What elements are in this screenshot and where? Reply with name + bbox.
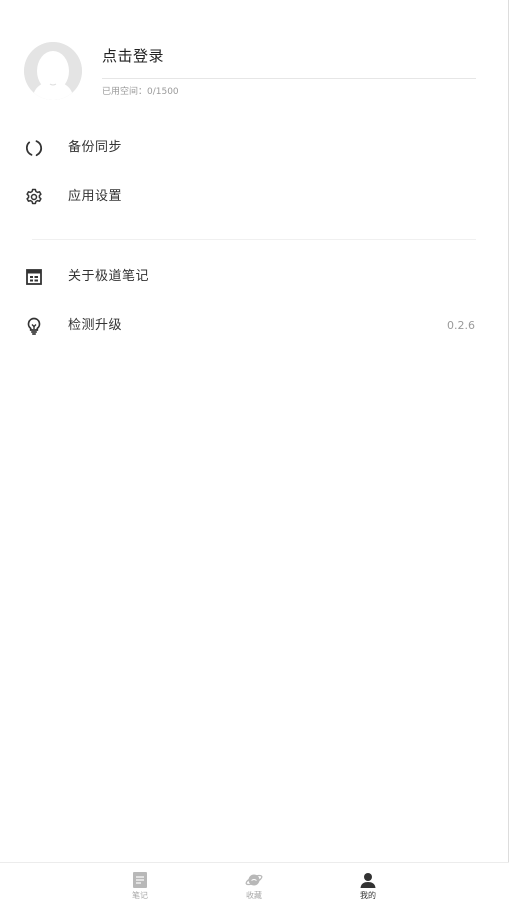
menu-item-about[interactable]: 关于极道笔记 (0, 257, 509, 297)
lightbulb-icon (24, 316, 44, 336)
tab-favorites[interactable]: 收藏 (224, 863, 284, 905)
gear-icon (24, 187, 44, 207)
menu-item-backup-sync[interactable]: 备份同步 (0, 128, 509, 168)
menu-label-about: 关于极道笔记 (68, 269, 150, 284)
login-link[interactable]: 点击登录 (102, 46, 164, 66)
avatar[interactable] (24, 42, 82, 100)
tab-mine[interactable]: 我的 (338, 863, 398, 905)
menu-label-backup-sync: 备份同步 (68, 140, 123, 155)
note-icon (131, 871, 149, 889)
storage-usage: 已用空间：0/1500 (102, 87, 179, 97)
bottom-tab-bar: 笔记 收藏 我的 (0, 862, 509, 905)
avatar-placeholder-icon (24, 42, 82, 100)
menu-item-app-settings[interactable]: 应用设置 (0, 177, 509, 217)
menu-label-check-update: 检测升级 (68, 318, 123, 333)
tab-notes[interactable]: 笔记 (110, 863, 170, 905)
profile-divider (102, 78, 476, 79)
planet-icon (245, 871, 263, 889)
about-icon (24, 267, 44, 287)
sync-icon (24, 138, 44, 158)
menu-item-check-update[interactable]: 检测升级 0.2.6 (0, 306, 509, 346)
version-number: 0.2.6 (447, 319, 475, 332)
profile-header[interactable]: 点击登录 已用空间：0/1500 (0, 0, 509, 120)
tab-label-mine: 我的 (360, 891, 376, 900)
section-divider (32, 239, 476, 240)
tab-label-favorites: 收藏 (246, 891, 262, 900)
menu-label-app-settings: 应用设置 (68, 189, 123, 204)
person-icon (359, 871, 377, 889)
tab-label-notes: 笔记 (132, 891, 148, 900)
